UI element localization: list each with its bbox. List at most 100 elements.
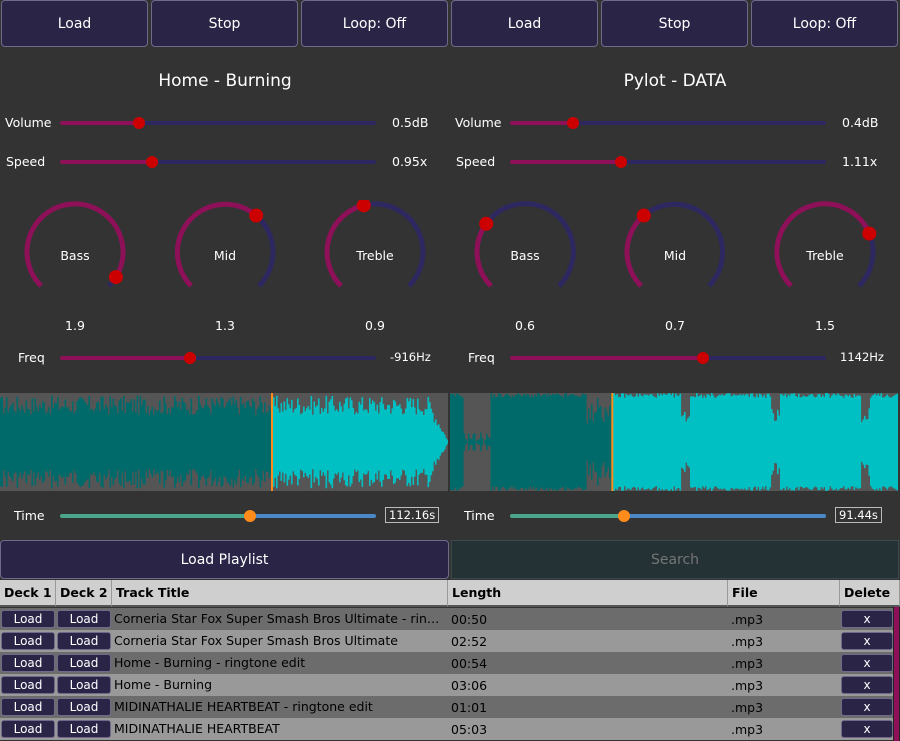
deck1-knob-label: Bass: [60, 248, 90, 263]
deck2-speed-slider-track[interactable]: [621, 160, 826, 164]
deck2-freq-slider-thumb[interactable]: [697, 352, 709, 364]
deck1-freq-slider-thumb[interactable]: [184, 352, 196, 364]
deck2-track-title: Pylot - DATA: [623, 71, 727, 91]
delete-track-button[interactable]: x: [841, 676, 893, 694]
track-file-cell: .mp3: [731, 611, 764, 627]
deck2-waveform[interactable]: [450, 393, 900, 491]
deck2-time-value: 91.44s: [835, 507, 882, 523]
track-file-cell: .mp3: [731, 699, 764, 715]
table-row: Load Load MIDINATHALIE HEARTBEAT - rington…: [0, 696, 893, 718]
deck2-time-thumb[interactable]: [618, 510, 630, 522]
track-file-cell: .mp3: [731, 655, 764, 671]
table-row: Load Load MIDINATHALIE HEARTBEAT 05:03 .mp3 x: [0, 718, 893, 740]
deck1-load-track-button[interactable]: Load: [1, 632, 55, 650]
track-title-cell: Corneria Star Fox Super Smash Bros Ultim…: [114, 611, 446, 626]
table-row: Load Load Home - Burning 03:06 .mp3 x: [0, 674, 893, 696]
search-input[interactable]: [451, 540, 899, 579]
column-header-deck1: Deck 1: [0, 580, 56, 607]
table-row: Load Load Corneria Star Fox Super Smash Br…: [0, 608, 893, 630]
deck1-speed-slider-thumb[interactable]: [146, 156, 158, 168]
deck1-knob-value: 1.9: [65, 318, 85, 333]
track-file-cell: .mp3: [731, 721, 764, 737]
track-title-cell: MIDINATHALIE HEARTBEAT: [114, 721, 280, 736]
deck2-knob-value: 0.7: [665, 318, 685, 333]
deck1-load-track-button[interactable]: Load: [1, 676, 55, 694]
deck1-track-title: Home - Burning: [158, 71, 292, 91]
deck1-knob-value: 1.3: [215, 318, 235, 333]
deck2-knob-label: Mid: [663, 248, 687, 263]
column-header-length: Length: [448, 580, 728, 607]
deck1-freq-value: -916Hz: [390, 350, 431, 364]
deck1-freq-label: Freq: [18, 350, 45, 365]
track-title-cell: Home - Burning - ringtone edit: [114, 655, 306, 670]
deck2-volume-label: Volume: [455, 115, 502, 130]
deck2-load-track-button[interactable]: Load: [57, 654, 111, 672]
track-length-cell: 05:03: [451, 721, 488, 737]
column-header-delete: Delete: [840, 580, 900, 607]
track-title-cell: MIDINATHALIE HEARTBEAT - ringtone edit: [114, 699, 373, 714]
deck1-speed-label: Speed: [6, 154, 46, 169]
deck1-load-track-button[interactable]: Load: [1, 610, 55, 628]
deck2-knob-label: Bass: [510, 248, 540, 263]
deck1-time-label: Time: [14, 508, 45, 523]
deck1-speed-value: 0.95x: [392, 154, 428, 169]
deck2-volume-value: 0.4dB: [842, 115, 879, 130]
deck2-speed-slider-thumb[interactable]: [615, 156, 627, 168]
track-length-cell: 02:52: [451, 633, 488, 649]
deck2-freq-value: 1142Hz: [840, 350, 884, 364]
track-length-cell: 00:54: [451, 655, 488, 671]
table-scrollbar[interactable]: [893, 607, 900, 741]
deck2-time-filled: [510, 514, 624, 518]
track-title-cell: Corneria Star Fox Super Smash Bros Ultim…: [114, 633, 398, 648]
track-length-cell: 00:50: [451, 611, 488, 627]
deck2-load-track-button[interactable]: Load: [57, 698, 111, 716]
delete-track-button[interactable]: x: [841, 698, 893, 716]
scrollbar-thumb[interactable]: [894, 607, 899, 741]
table-row: Load Load Corneria Star Fox Super Smash Br…: [0, 630, 893, 652]
deck1-load-track-button[interactable]: Load: [1, 720, 55, 738]
deck1-freq-slider-filled: [60, 356, 190, 360]
deck2-load-track-button[interactable]: Load: [57, 720, 111, 738]
delete-track-button[interactable]: x: [841, 610, 893, 628]
deck2-speed-value: 1.11x: [842, 154, 878, 169]
delete-track-button[interactable]: x: [841, 632, 893, 650]
deck1-knob-label: Treble: [356, 248, 394, 263]
deck2-load-track-button[interactable]: Load: [57, 632, 111, 650]
deck2-load-track-button[interactable]: Load: [57, 676, 111, 694]
deck2-knob-label: Treble: [806, 248, 844, 263]
deck1-freq-slider-track[interactable]: [190, 356, 376, 360]
deck2-time-slider[interactable]: [624, 514, 826, 518]
deck2-volume-slider-thumb[interactable]: [567, 117, 579, 129]
deck1-waveform[interactable]: [0, 393, 450, 491]
deck1-speed-slider-track[interactable]: [152, 160, 376, 164]
deck1-time-value: 112.16s: [385, 507, 440, 523]
track-file-cell: .mp3: [731, 633, 764, 649]
deck2-load-track-button[interactable]: Load: [57, 610, 111, 628]
table-row: Load Load Home - Burning - ringtone edit 00…: [0, 652, 893, 674]
deck1-volume-slider-track[interactable]: [139, 121, 376, 125]
deck2-freq-slider-track[interactable]: [703, 356, 826, 360]
deck1-time-slider[interactable]: [250, 514, 376, 518]
deck1-knob-value: 0.9: [365, 318, 385, 333]
column-header-file: File: [728, 580, 840, 607]
deck2-volume-slider-filled: [510, 121, 573, 125]
deck1-time-filled: [60, 514, 250, 518]
column-header-deck2: Deck 2: [56, 580, 112, 607]
deck2-volume-slider-track[interactable]: [573, 121, 826, 125]
deck1-load-track-button[interactable]: Load: [1, 654, 55, 672]
deck1-volume-value: 0.5dB: [392, 115, 429, 130]
deck2-speed-slider-filled: [510, 160, 621, 164]
track-file-cell: .mp3: [731, 677, 764, 693]
deck1-volume-slider-thumb[interactable]: [133, 117, 145, 129]
deck1-volume-slider-filled: [60, 121, 139, 125]
deck2-knob-value: 0.6: [515, 318, 535, 333]
delete-track-button[interactable]: x: [841, 654, 893, 672]
deck2-freq-slider-filled: [510, 356, 703, 360]
deck2-speed-label: Speed: [456, 154, 496, 169]
deck2-freq-label: Freq: [468, 350, 495, 365]
load-playlist-button[interactable]: Load Playlist: [0, 540, 449, 579]
deck1-time-thumb[interactable]: [244, 510, 256, 522]
deck1-load-track-button[interactable]: Load: [1, 698, 55, 716]
track-length-cell: 01:01: [451, 699, 488, 715]
delete-track-button[interactable]: x: [841, 720, 893, 738]
